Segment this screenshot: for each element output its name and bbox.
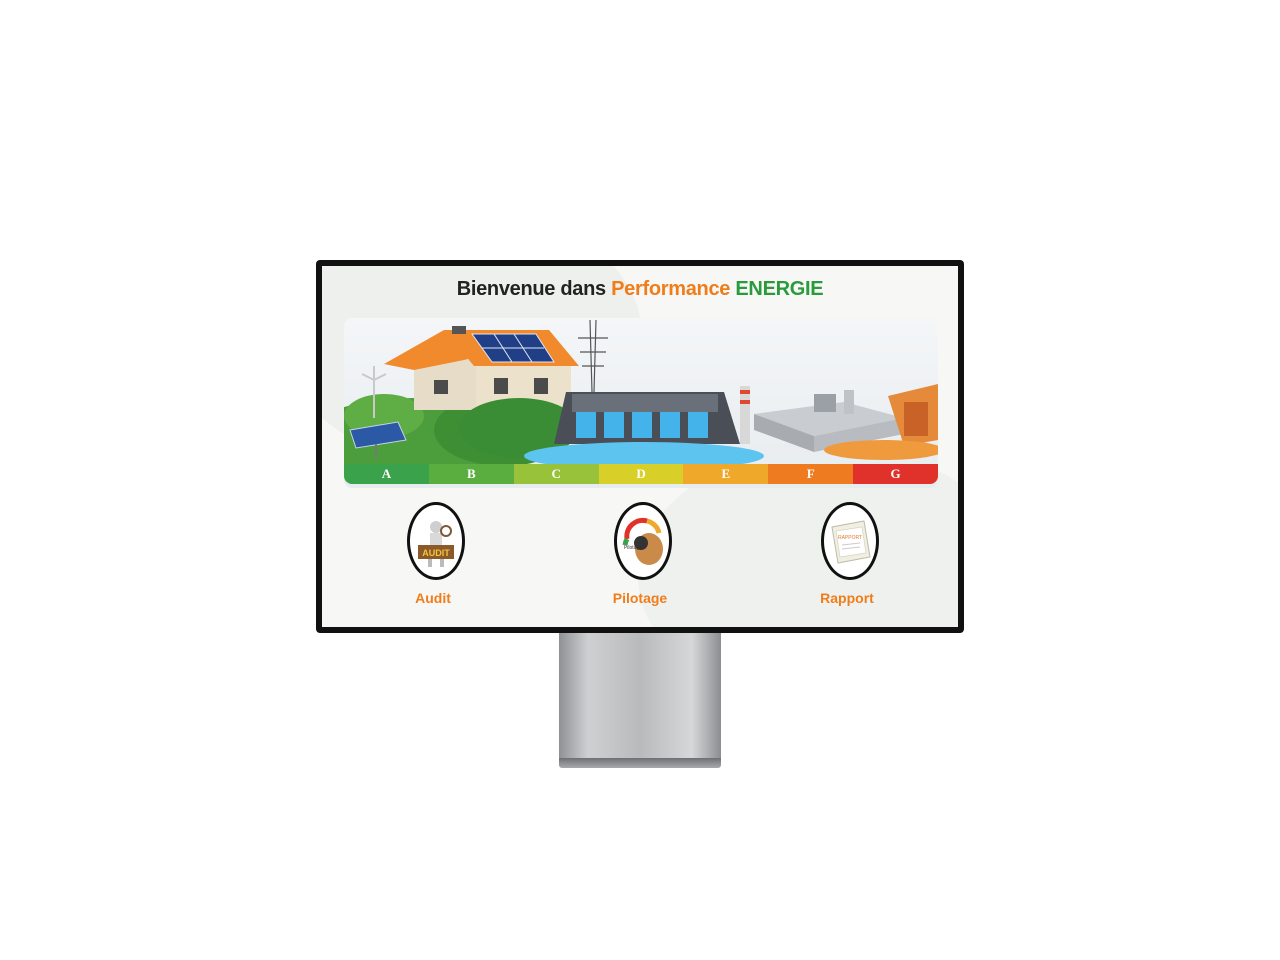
audit-label[interactable]: Audit xyxy=(376,590,490,606)
rapport-label[interactable]: Rapport xyxy=(790,590,904,606)
title-brand-performance: Performance xyxy=(611,278,731,300)
energy-class-a: A xyxy=(344,464,429,484)
pilotage-button[interactable]: Pilotage xyxy=(614,502,672,580)
pilotage-label[interactable]: Pilotage xyxy=(583,590,697,606)
energy-class-e: E xyxy=(683,464,769,484)
module-rapport[interactable]: RAPPORT Rapport xyxy=(790,502,910,612)
pilotage-icon-text: Pilotage xyxy=(624,545,642,551)
rapport-button[interactable]: RAPPORT xyxy=(821,502,879,580)
energy-banner: A B C D E F G xyxy=(344,318,938,488)
page-title: Bienvenue dans Performance ENERGIE xyxy=(322,278,958,301)
energy-illustration xyxy=(344,319,938,478)
power-pylon-icon xyxy=(578,319,608,393)
energy-class-f: F xyxy=(768,464,854,484)
report-document-icon: RAPPORT xyxy=(831,520,871,564)
monitor-stand-foot xyxy=(559,758,721,768)
monitor-stand xyxy=(559,633,721,763)
house-icon xyxy=(384,326,579,410)
title-brand-energie: ENERGIE xyxy=(735,278,824,300)
energy-class-b: B xyxy=(428,464,514,484)
module-pilotage[interactable]: Pilotage Pilotage xyxy=(583,502,703,612)
energy-class-scale: A B C D E F G xyxy=(344,464,938,484)
monitor-frame: Bienvenue dans Performance ENERGIE A B C… xyxy=(316,260,964,633)
chimney-icon xyxy=(740,386,750,444)
audit-button[interactable]: AUDIT xyxy=(407,502,465,580)
energy-class-c: C xyxy=(513,464,599,484)
title-welcome: Bienvenue dans xyxy=(456,278,606,300)
module-audit[interactable]: AUDIT Audit xyxy=(376,502,496,612)
energy-class-d: D xyxy=(598,464,684,484)
report-icon-text: RAPPORT xyxy=(838,535,862,541)
audit-icon-text: AUDIT xyxy=(422,548,450,558)
energy-class-g: G xyxy=(853,464,938,484)
audit-icon: AUDIT xyxy=(418,521,454,567)
app-screen: Bienvenue dans Performance ENERGIE A B C… xyxy=(322,266,958,627)
pilotage-gauge-icon: Pilotage xyxy=(622,517,663,565)
